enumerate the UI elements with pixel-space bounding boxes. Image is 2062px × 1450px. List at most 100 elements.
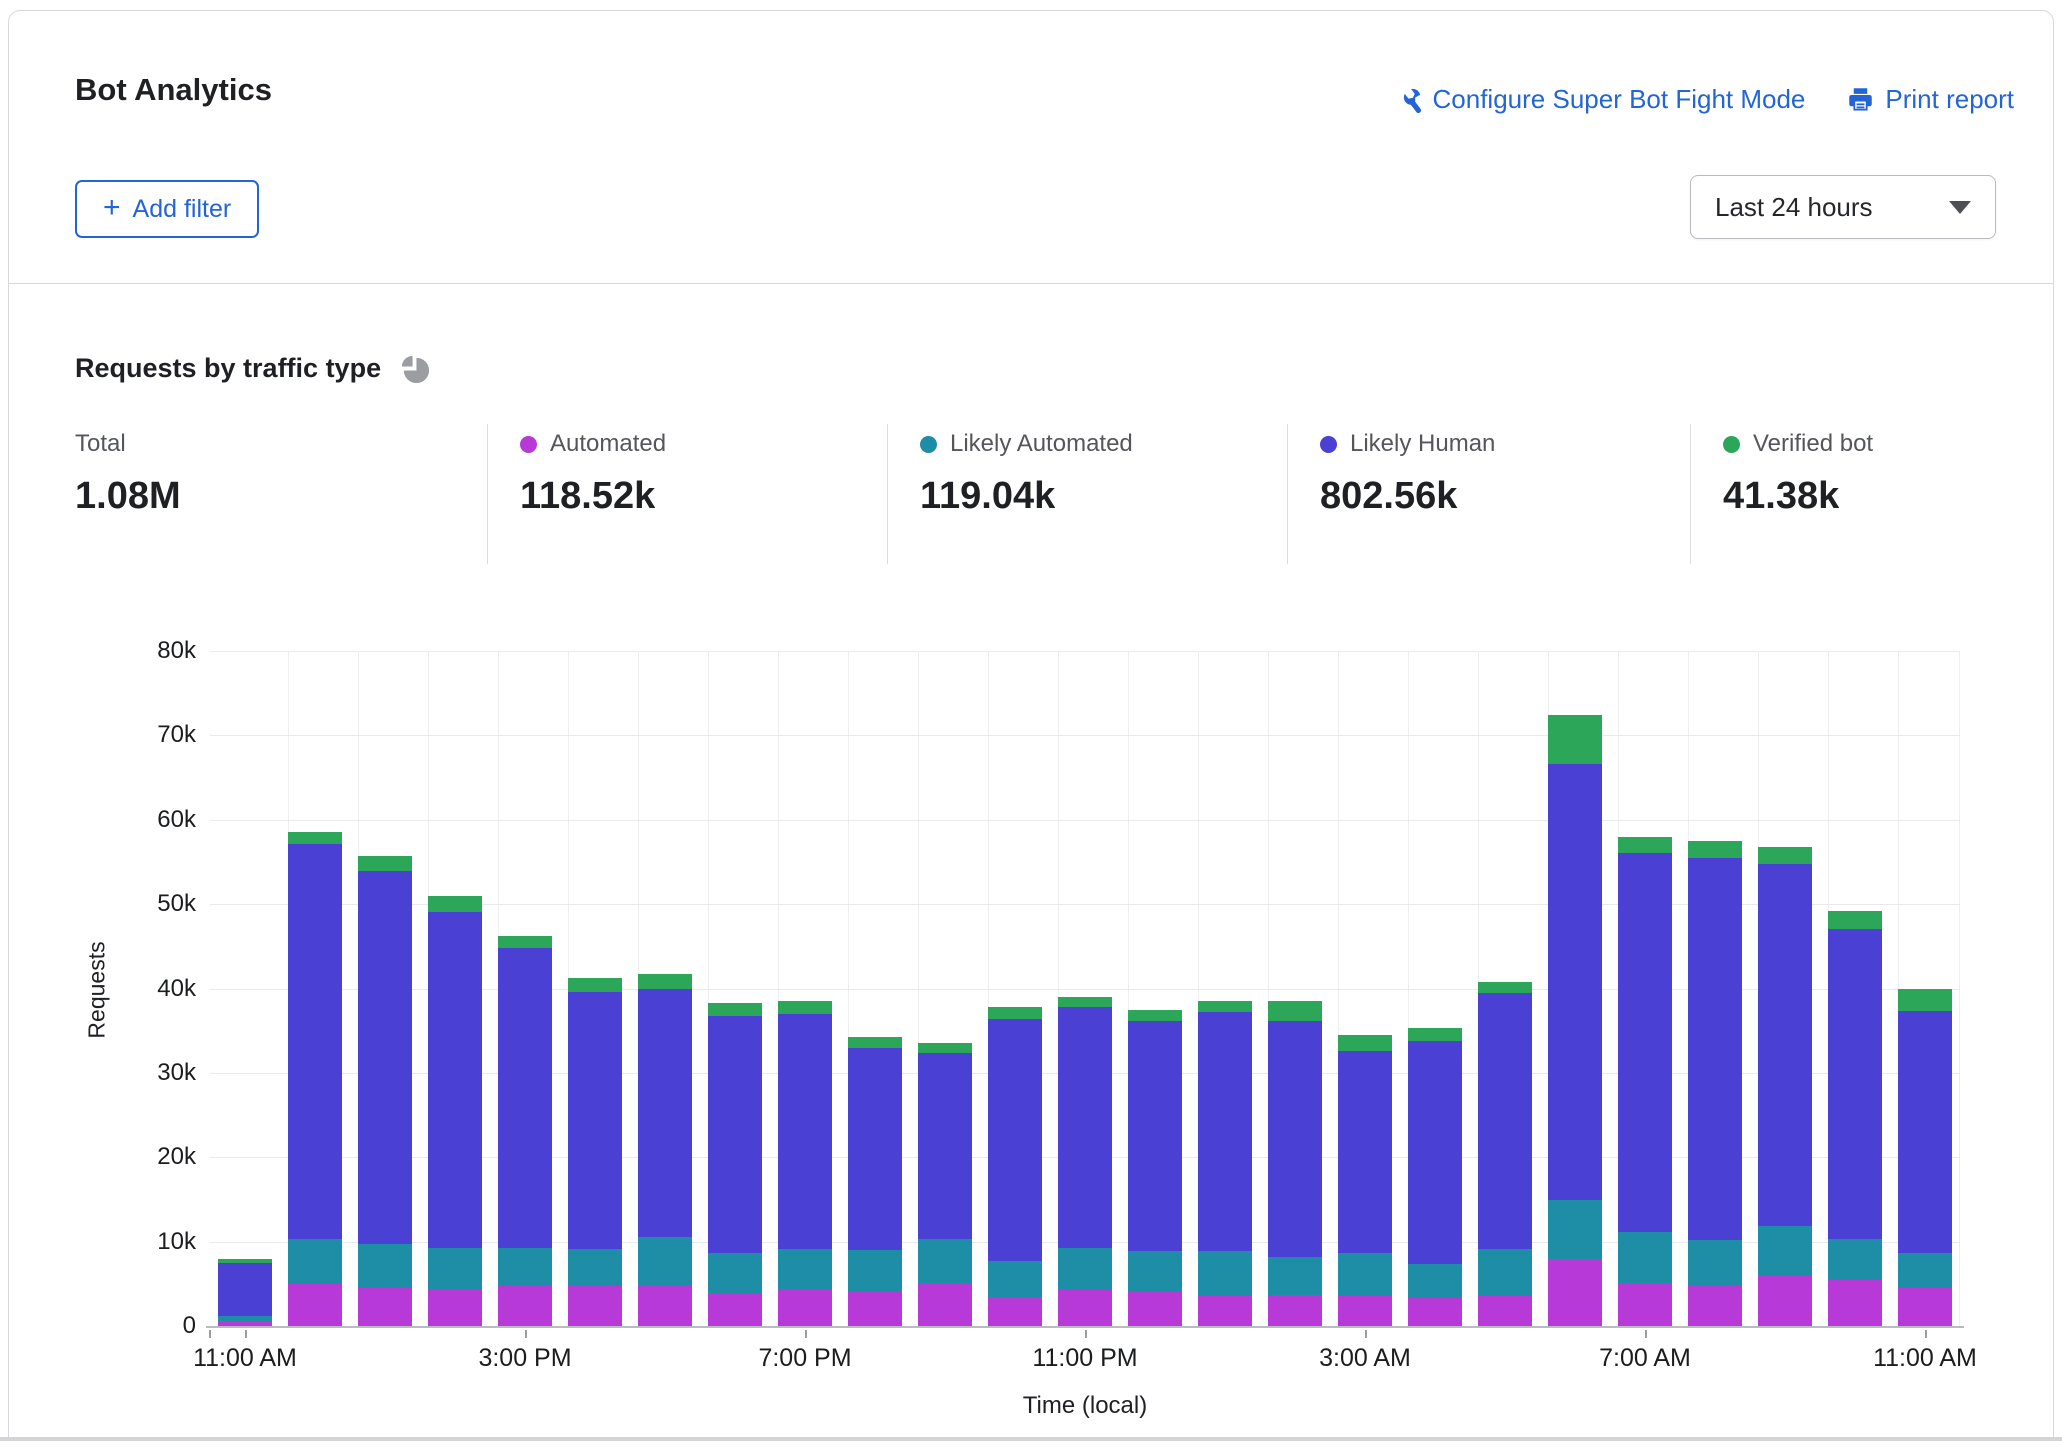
chart-bar-8-00-pm-9[interactable] [848, 1037, 902, 1326]
chart-bar-9-00-am-22[interactable] [1758, 847, 1812, 1326]
legend-dot [1723, 436, 1740, 453]
chart-bar-1-00-pm-2[interactable] [358, 856, 412, 1326]
segment-verified-bot [568, 978, 622, 992]
x-tick-label: 11:00 PM [1032, 1344, 1137, 1373]
chart-bar-2-00-am-15[interactable] [1268, 1001, 1322, 1326]
segment-likely-human [1828, 929, 1882, 1240]
y-tick-label: 70k [116, 721, 196, 749]
x-tick-mark [1925, 1330, 1927, 1338]
y-tick-label: 30k [116, 1059, 196, 1087]
stat-total[interactable]: Total1.08M [75, 424, 487, 564]
segment-verified-bot [1758, 847, 1812, 864]
segment-likely-automated [568, 1249, 622, 1285]
pie-chart-icon [398, 352, 431, 385]
time-range-value: Last 24 hours [1715, 192, 1873, 223]
segment-automated [918, 1283, 972, 1326]
x-tick-label: 7:00 AM [1599, 1344, 1691, 1373]
chart-bar-7-00-am-20[interactable] [1618, 837, 1672, 1326]
segment-automated [1758, 1276, 1812, 1326]
y-axis-title: Requests [84, 941, 111, 1038]
chart-bar-4-00-am-17[interactable] [1408, 1028, 1462, 1326]
chart-bar-8-00-am-21[interactable] [1688, 841, 1742, 1326]
configure-super-bot-fight-mode-link[interactable]: Configure Super Bot Fight Mode [1394, 84, 1806, 115]
chart-bar-5-00-pm-6[interactable] [638, 974, 692, 1326]
segment-automated [498, 1286, 552, 1326]
chart-bar-9-00-pm-10[interactable] [918, 1043, 972, 1326]
segment-verified-bot [1688, 841, 1742, 858]
chart-bar-7-00-pm-8[interactable] [778, 1001, 832, 1326]
segment-likely-human [1758, 864, 1812, 1226]
segment-automated [1338, 1296, 1392, 1326]
segment-automated [288, 1284, 342, 1326]
y-tick-label: 10k [116, 1228, 196, 1256]
segment-likely-automated [638, 1237, 692, 1286]
chart-bar-5-00-am-18[interactable] [1478, 982, 1532, 1326]
section-title-row: Requests by traffic type [75, 352, 431, 385]
segment-likely-automated [1898, 1253, 1952, 1288]
segment-likely-human [1548, 764, 1602, 1200]
segment-automated [1268, 1295, 1322, 1326]
segment-likely-human [988, 1019, 1042, 1261]
segment-automated [1548, 1259, 1602, 1326]
y-tick-label: 80k [116, 637, 196, 665]
x-tick-label: 7:00 PM [758, 1344, 851, 1373]
segment-likely-automated [1758, 1226, 1812, 1277]
print-link-label: Print report [1885, 84, 2014, 115]
chart-bar-2-00-pm-3[interactable] [428, 896, 482, 1326]
legend-dot [520, 436, 537, 453]
segment-likely-human [568, 992, 622, 1249]
section-title: Requests by traffic type [75, 353, 381, 384]
chart-bar-12-00-pm-1[interactable] [288, 832, 342, 1326]
segment-automated [988, 1297, 1042, 1326]
segment-likely-human [288, 844, 342, 1239]
chart-bar-3-00-pm-4[interactable] [498, 936, 552, 1326]
stat-label: Likely Automated [950, 430, 1133, 458]
segment-verified-bot [1198, 1001, 1252, 1012]
segment-likely-human [918, 1053, 972, 1239]
chart-bar-4-00-pm-5[interactable] [568, 978, 622, 1326]
segment-automated [1058, 1290, 1112, 1326]
chart-bar-11-00-am-0[interactable] [218, 1259, 272, 1327]
legend-dot [920, 436, 937, 453]
segment-likely-automated [1058, 1248, 1112, 1290]
segment-likely-automated [1548, 1200, 1602, 1259]
segment-verified-bot [848, 1037, 902, 1048]
stat-label: Likely Human [1350, 430, 1495, 458]
segment-verified-bot [1128, 1010, 1182, 1020]
segment-likely-automated [918, 1239, 972, 1283]
segment-automated [1408, 1298, 1462, 1326]
y-tick-label: 50k [116, 890, 196, 918]
segment-likely-automated [1478, 1249, 1532, 1295]
print-report-link[interactable]: Print report [1847, 84, 2014, 115]
plus-icon: + [103, 193, 121, 223]
segment-likely-automated [988, 1261, 1042, 1297]
segment-automated [1828, 1280, 1882, 1326]
chart-bar-10-00-am-23[interactable] [1828, 911, 1882, 1326]
stat-likely-automated[interactable]: Likely Automated119.04k [887, 424, 1287, 564]
segment-likely-automated [848, 1250, 902, 1292]
chart-bar-1-00-am-14[interactable] [1198, 1001, 1252, 1326]
x-tick-label: 3:00 AM [1319, 1344, 1411, 1373]
segment-likely-human [848, 1048, 902, 1250]
segment-verified-bot [638, 974, 692, 988]
chart-bar-6-00-pm-7[interactable] [708, 1003, 762, 1326]
segment-verified-bot [1618, 837, 1672, 853]
segment-likely-human [638, 989, 692, 1238]
x-tick-mark [1085, 1330, 1087, 1338]
add-filter-button[interactable]: + Add filter [75, 180, 259, 238]
y-tick-label: 60k [116, 806, 196, 834]
chart-bar-11-00-pm-12[interactable] [1058, 997, 1112, 1326]
segment-verified-bot [708, 1003, 762, 1017]
chart-bar-3-00-am-16[interactable] [1338, 1035, 1392, 1326]
segment-likely-automated [1128, 1251, 1182, 1292]
time-range-select[interactable]: Last 24 hours [1690, 175, 1996, 239]
stat-automated[interactable]: Automated118.52k [487, 424, 887, 564]
chart-bar-11-00-am-24[interactable] [1898, 989, 1952, 1326]
x-tick-mark [525, 1330, 527, 1338]
chart-bar-6-00-am-19[interactable] [1548, 715, 1602, 1326]
stat-likely-human[interactable]: Likely Human802.56k [1287, 424, 1690, 564]
chart-bar-12-00-am-13[interactable] [1128, 1010, 1182, 1326]
stat-verified-bot[interactable]: Verified bot41.38k [1690, 424, 2000, 564]
segment-likely-automated [1408, 1264, 1462, 1299]
chart-bar-10-00-pm-11[interactable] [988, 1007, 1042, 1326]
